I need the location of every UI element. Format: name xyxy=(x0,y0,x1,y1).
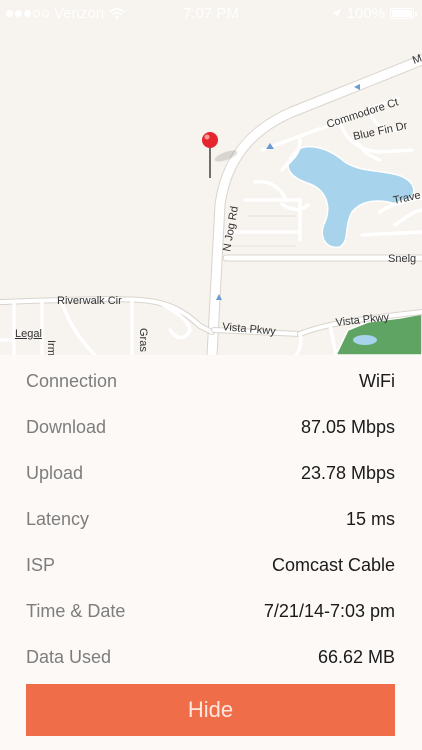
detail-row-latency: Latency 15 ms xyxy=(26,496,395,542)
map-view[interactable]: N Jog Rd Commodore Ct Blue Fin Dr Trave … xyxy=(0,0,422,355)
status-bar-right: 100% xyxy=(331,5,417,22)
detail-row-data-used: Data Used 66.62 MB xyxy=(26,634,395,680)
upload-value: 23.78 Mbps xyxy=(300,462,395,483)
time-date-value: 7/21/14-7:03 pm xyxy=(263,600,395,621)
street-label-grass: Gras xyxy=(137,328,149,352)
battery-percent: 100% xyxy=(346,5,385,22)
location-arrow-icon xyxy=(331,9,341,18)
connection-label: Connection xyxy=(26,370,118,391)
map-legal-link[interactable]: Legal xyxy=(15,328,42,340)
detail-row-upload: Upload 23.78 Mbps xyxy=(26,450,395,496)
time-date-label: Time & Date xyxy=(26,600,126,621)
status-bar: Verizon 7:07 PM 100% xyxy=(0,0,422,26)
battery-icon xyxy=(390,8,417,19)
detail-row-connection: Connection WiFi xyxy=(26,358,395,404)
detail-row-download: Download 87.05 Mbps xyxy=(26,404,395,450)
isp-label: ISP xyxy=(26,554,56,575)
data-used-label: Data Used xyxy=(26,646,112,667)
isp-value: Comcast Cable xyxy=(271,554,395,575)
hide-button[interactable]: Hide xyxy=(26,684,395,736)
upload-label: Upload xyxy=(26,462,84,483)
street-label-riverwalk-cir: Riverwalk Cir xyxy=(57,295,122,307)
connection-value: WiFi xyxy=(359,370,395,391)
data-used-value: 66.62 MB xyxy=(317,646,395,667)
detail-row-time-date: Time & Date 7/21/14-7:03 pm xyxy=(26,588,395,634)
latency-value: 15 ms xyxy=(345,508,395,529)
download-label: Download xyxy=(26,416,107,437)
download-value: 87.05 Mbps xyxy=(300,416,395,437)
detail-row-isp: ISP Comcast Cable xyxy=(26,542,395,588)
latency-label: Latency xyxy=(26,508,90,529)
street-label-snelg: Snelg xyxy=(388,253,416,265)
street-label-irm: Irm xyxy=(45,340,57,355)
